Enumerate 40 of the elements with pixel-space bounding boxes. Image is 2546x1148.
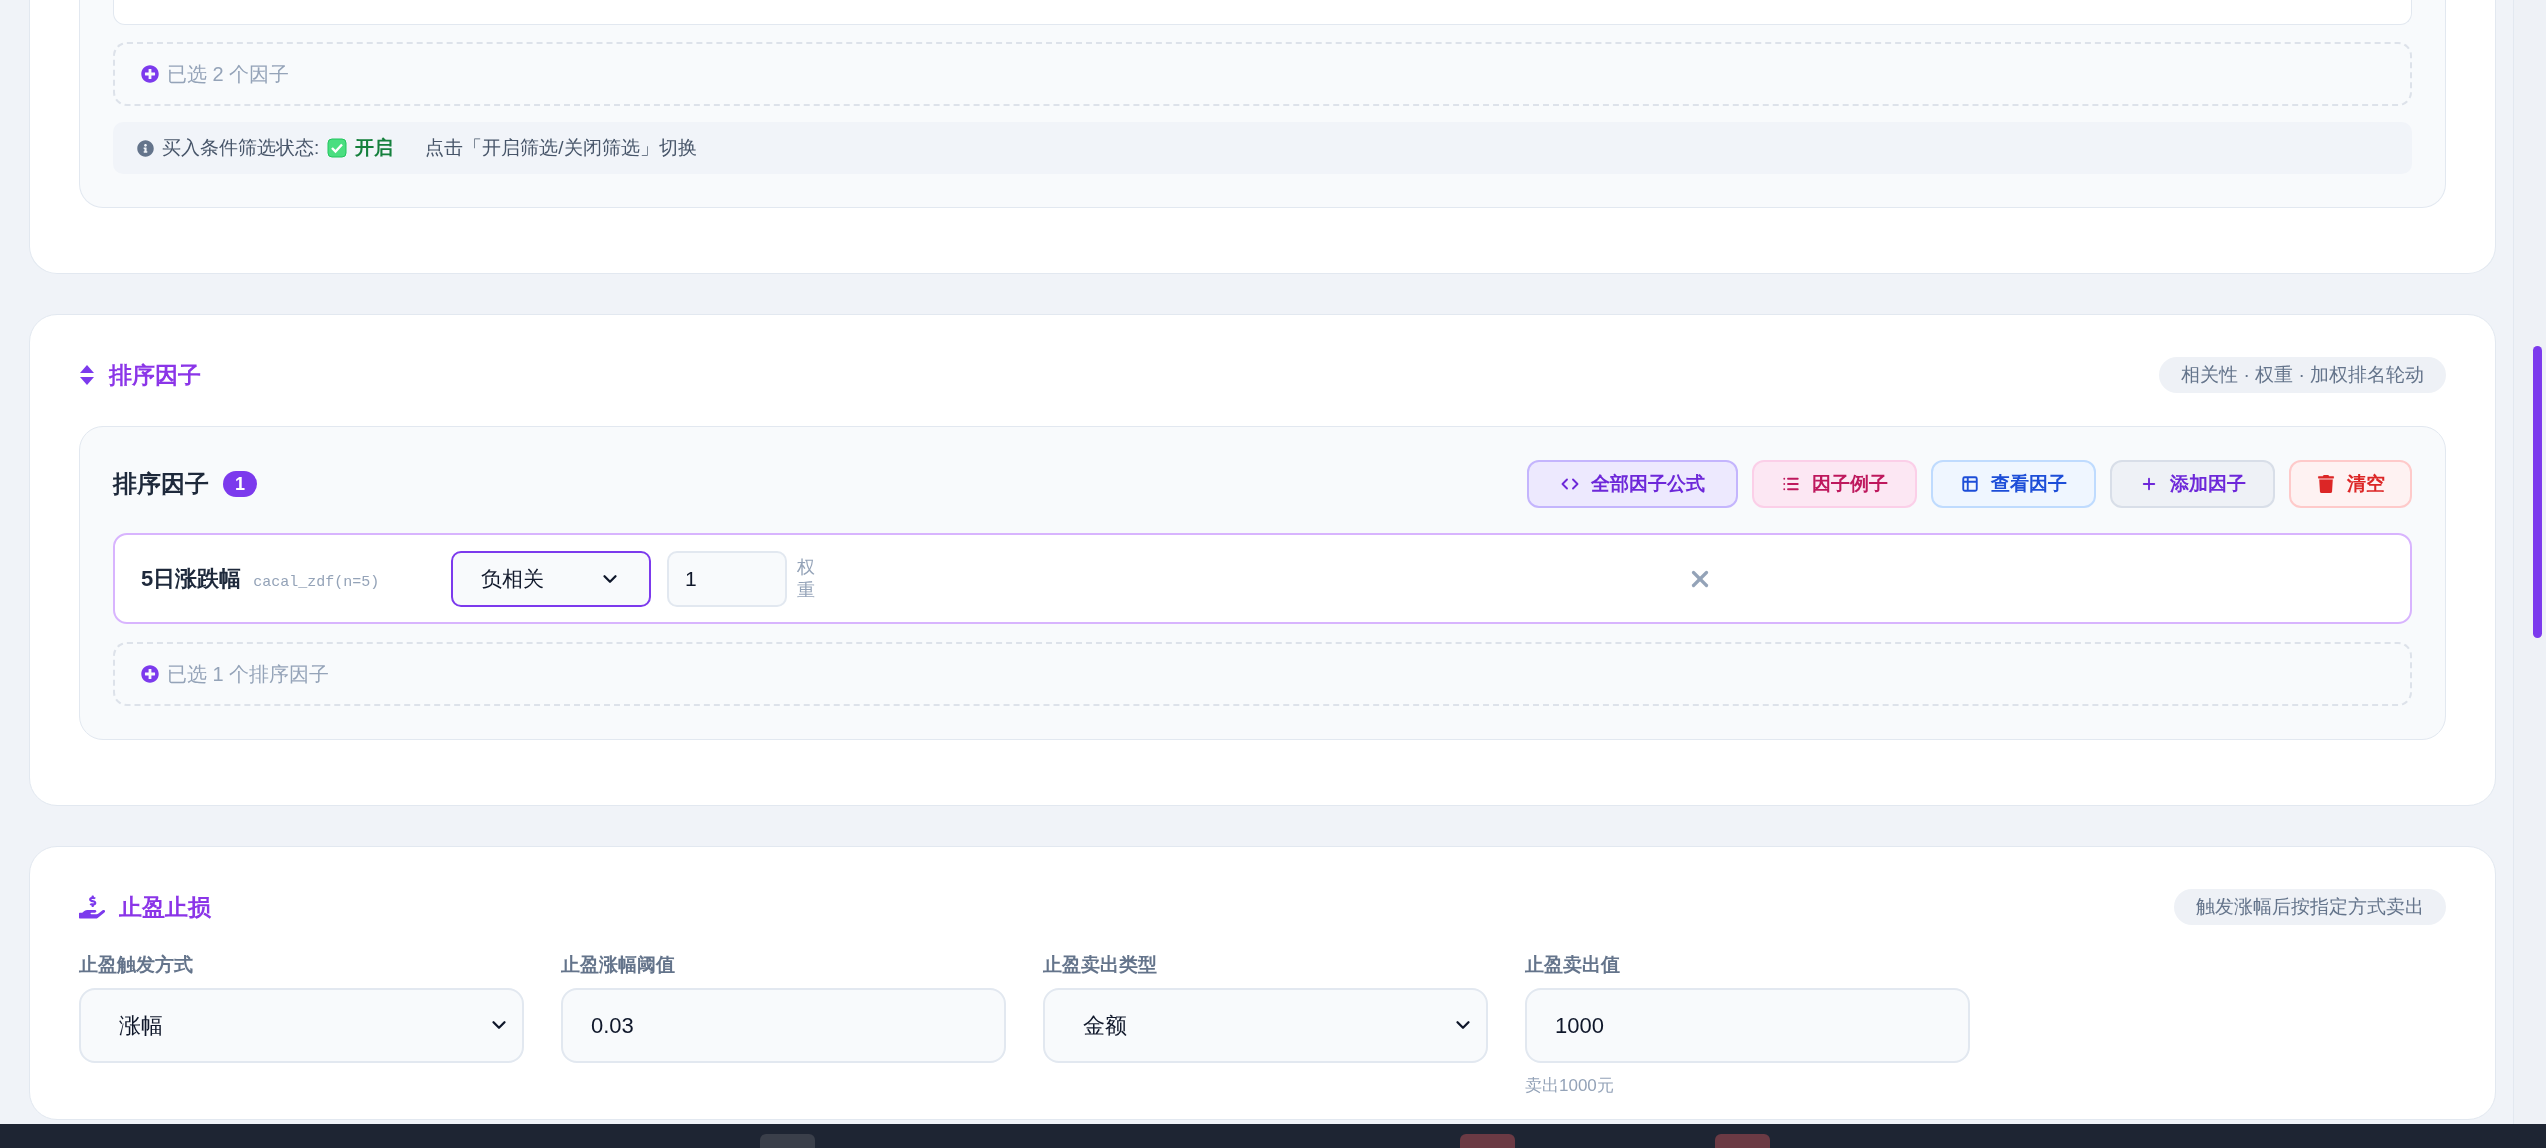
taskbar-icon[interactable] [1715, 1134, 1770, 1148]
select-field[interactable]: 金额 [1043, 987, 1488, 1063]
sort-icon [79, 364, 95, 386]
list-icon [1781, 475, 1800, 493]
weight-label: 权重 [797, 556, 815, 601]
section-title: 止盈止损 [119, 892, 211, 922]
toolbar-button[interactable]: 因子例子 [1752, 460, 1917, 508]
status-value: 开启 [355, 135, 394, 160]
taskbar-icon[interactable] [1460, 1134, 1515, 1148]
table-icon [1960, 475, 1979, 493]
correlation-select[interactable]: 负相关 [451, 550, 651, 607]
factor-formula: cacal_zdf(n=5) [253, 573, 380, 593]
input-field[interactable]: 0.03 [561, 987, 1006, 1063]
taskbar-icon[interactable] [760, 1134, 815, 1148]
field-hint: 卖出1000元 [1525, 1074, 1615, 1097]
factor-name: 5日涨跌幅 [141, 565, 242, 593]
toolbar-button[interactable]: 全部因子公式 [1527, 460, 1738, 508]
section-tag: 相关性 · 权重 · 加权排名轮动 [2159, 356, 2446, 394]
toolbar-button[interactable]: 添加因子 [2110, 460, 2275, 508]
scrollbar-thumb[interactable] [2533, 346, 2542, 638]
field-label: 止盈触发方式 [79, 953, 194, 977]
selected-count-text: 已选 2 个因子 [167, 62, 290, 87]
info-icon [137, 139, 154, 157]
input-field[interactable]: 1000 [1525, 987, 1970, 1063]
select-field[interactable]: 涨幅 [79, 987, 524, 1063]
status-hint: 点击「开启筛选/关闭筛选」切换 [425, 135, 697, 160]
field-label: 止盈卖出类型 [1043, 953, 1158, 977]
weight-input[interactable]: 1 [667, 550, 787, 607]
panel-title: 排序因子 [113, 469, 209, 499]
count-badge: 1 [223, 471, 257, 497]
field-label: 止盈卖出值 [1525, 953, 1621, 977]
section-title: 排序因子 [109, 360, 201, 390]
section-tag: 触发涨幅后按指定方式卖出 [2174, 888, 2446, 926]
toolbar-button[interactable]: 查看因子 [1931, 460, 2096, 508]
field-label: 止盈涨幅阈值 [561, 953, 676, 977]
selected-count-text: 已选 1 个排序因子 [167, 662, 330, 687]
toolbar-button[interactable]: 清空 [2289, 460, 2412, 508]
status-label: 买入条件筛选状态: [162, 135, 320, 160]
hand-dollar-icon [79, 894, 105, 920]
trash-icon [2316, 475, 2335, 493]
